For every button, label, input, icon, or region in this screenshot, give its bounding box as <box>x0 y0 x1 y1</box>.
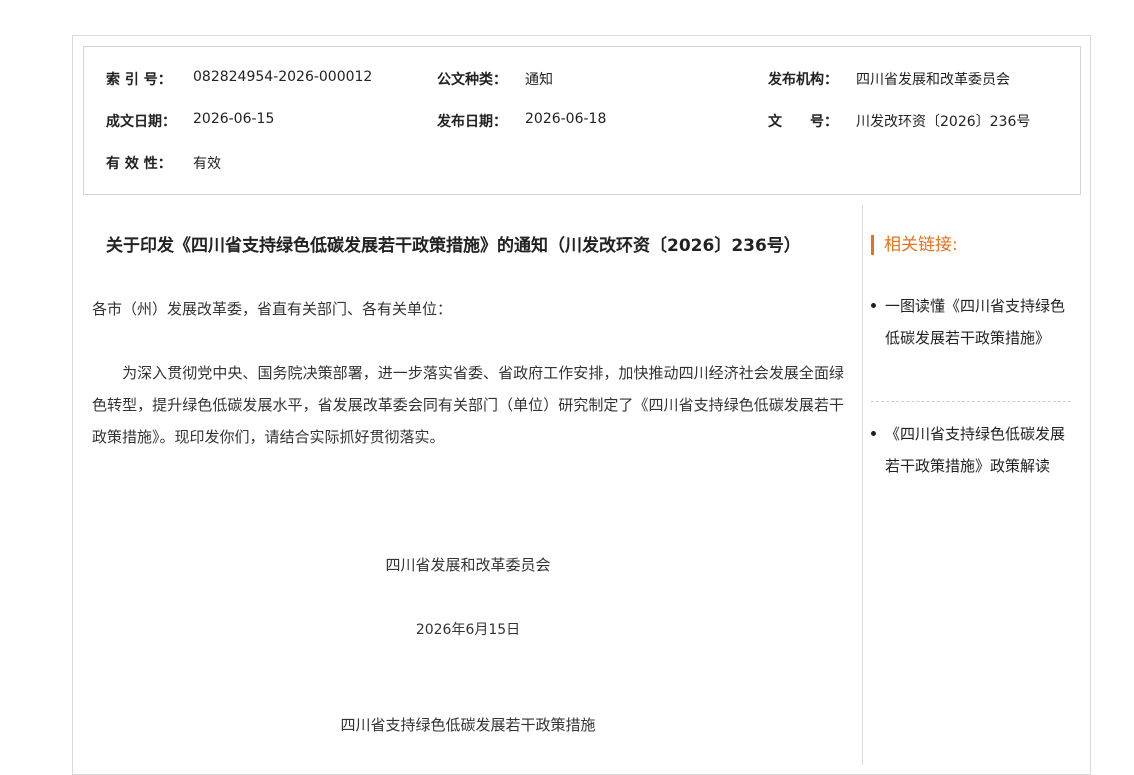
meta-row-2: 成文日期： 2026-06-15 发布日期： 2026-06-18 文 号： 川… <box>106 111 1066 131</box>
meta-written: 成文日期： 2026-06-15 <box>106 111 274 131</box>
bullet-icon <box>871 303 876 308</box>
bullet-icon <box>871 431 876 436</box>
document-title: 关于印发《四川省支持绿色低碳发展若干政策措施》的通知（川发改环资〔2026〕23… <box>106 236 801 256</box>
meta-docno-label: 文 号： <box>768 114 838 130</box>
meta-type: 公文种类： 通知 <box>437 69 553 89</box>
link-separator <box>871 401 1071 402</box>
related-link-item[interactable]: 一图读懂《四川省支持绿色低碳发展若干政策措施》 <box>871 290 1071 354</box>
meta-org: 发布机构： 四川省发展和改革委员会 <box>768 69 1010 89</box>
related-link-item[interactable]: 《四川省支持绿色低碳发展若干政策措施》政策解读 <box>871 418 1071 482</box>
meta-written-value: 2026-06-15 <box>193 111 275 127</box>
meta-index-value: 082824954-2026-000012 <box>193 69 373 85</box>
meta-validity-value: 有效 <box>193 156 221 172</box>
related-links-title: 相关链接: <box>871 235 958 255</box>
issue-date: 2026年6月15日 <box>415 622 521 638</box>
meta-written-label: 成文日期： <box>106 114 176 130</box>
meta-published-label: 发布日期： <box>437 114 507 130</box>
meta-index: 索 引 号： 082824954-2026-000012 <box>106 69 372 89</box>
related-link-policy-interpretation[interactable]: 《四川省支持绿色低碳发展若干政策措施》政策解读 <box>885 418 1071 482</box>
meta-org-label: 发布机构： <box>768 72 838 88</box>
meta-validity: 有 效 性： 有效 <box>106 153 221 173</box>
document-metadata-box: 索 引 号： 082824954-2026-000012 公文种类： 通知 发布… <box>83 46 1081 195</box>
issuer-signature: 四川省发展和改革委员会 <box>385 556 551 574</box>
related-link-infographic[interactable]: 一图读懂《四川省支持绿色低碳发展若干政策措施》 <box>885 290 1071 354</box>
meta-org-value: 四川省发展和改革委员会 <box>856 72 1010 88</box>
column-divider <box>862 205 863 765</box>
meta-index-label: 索 引 号： <box>106 72 172 88</box>
meta-row-3: 有 效 性： 有效 <box>106 153 1066 173</box>
body-paragraph: 为深入贯彻党中央、国务院决策部署，进一步落实省委、省政府工作安排，加快推动四川经… <box>92 364 844 446</box>
attachment-title: 四川省支持绿色低碳发展若干政策措施 <box>340 716 596 734</box>
meta-published: 发布日期： 2026-06-18 <box>437 111 606 131</box>
meta-docno-value: 川发改环资〔2026〕236号 <box>856 114 1031 130</box>
meta-published-value: 2026-06-18 <box>525 111 607 127</box>
meta-type-value: 通知 <box>525 72 553 88</box>
meta-docno: 文 号： 川发改环资〔2026〕236号 <box>768 111 1030 131</box>
meta-type-label: 公文种类： <box>437 72 507 88</box>
meta-validity-label: 有 效 性： <box>106 156 172 172</box>
meta-row-1: 索 引 号： 082824954-2026-000012 公文种类： 通知 发布… <box>106 69 1066 89</box>
salutation: 各市（州）发展改革委，省直有关部门、各有关单位： <box>92 300 453 318</box>
